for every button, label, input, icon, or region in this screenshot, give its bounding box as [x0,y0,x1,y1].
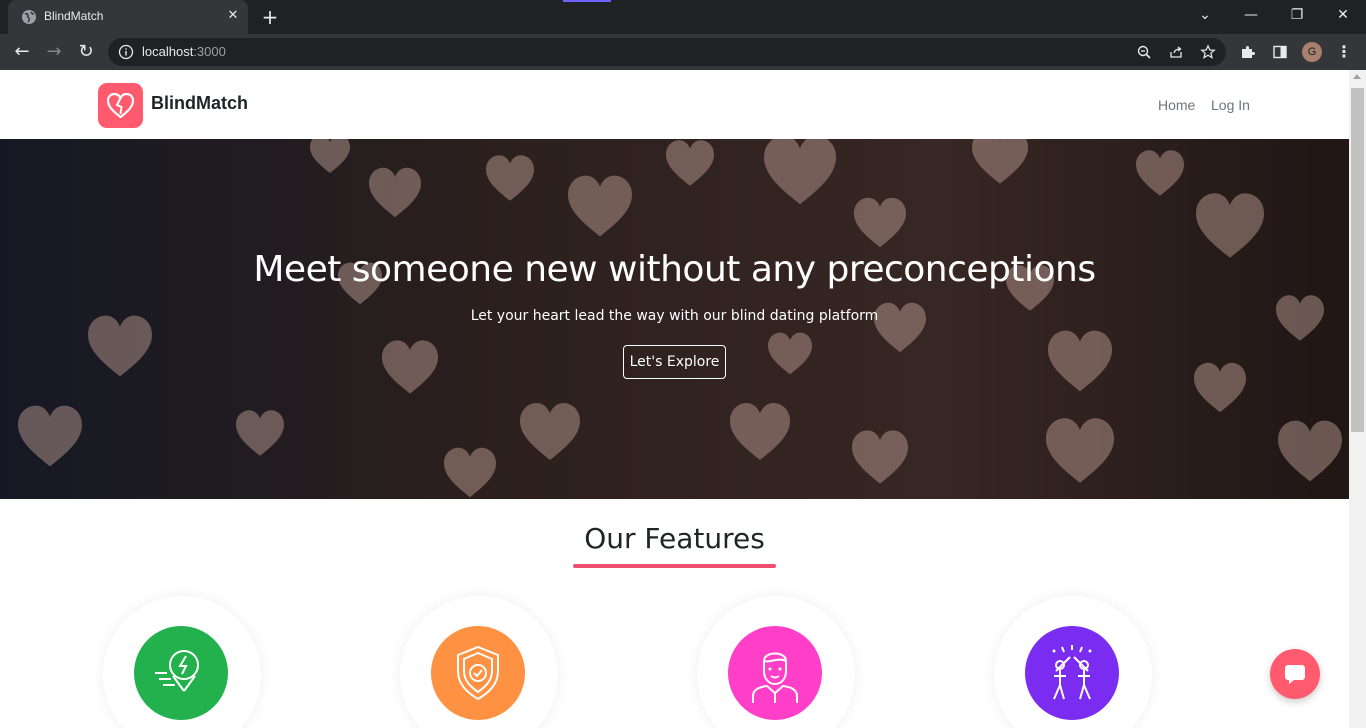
feature-card-speed[interactable] [103,596,261,728]
feature-icon-circle [1025,626,1119,720]
nav-link-login[interactable]: Log In [1211,97,1250,113]
new-tab-button[interactable]: + [258,5,282,29]
feature-card-community[interactable] [994,596,1152,728]
heart-logo-icon [106,92,135,119]
scroll-up-arrow-icon[interactable] [1353,74,1361,79]
scrollbar-thumb[interactable] [1351,88,1364,432]
reload-button[interactable]: ↻ [74,40,98,64]
back-button[interactable]: ← [10,40,34,64]
page-scrollbar[interactable] [1349,70,1366,728]
tab-strip-accent [563,0,611,2]
profile-avatar[interactable]: G [1302,42,1322,62]
person-icon [752,652,798,703]
feature-icon-circle [728,626,822,720]
tab-title: BlindMatch [44,9,104,23]
close-window-button[interactable]: ✕ [1320,0,1366,34]
hero-subheading: Let your heart lead the way with our bli… [470,308,879,324]
address-bar[interactable]: localhost:3000 [108,38,1226,66]
extensions-puzzle-icon[interactable] [1240,44,1256,60]
hero-banner: Meet someone new without any preconcepti… [0,139,1349,499]
explore-button[interactable]: Let's Explore [623,345,726,379]
browser-menu-icon[interactable]: ⋮ [1336,40,1352,64]
feature-card-security[interactable] [400,596,558,728]
lightning-location-icon [155,650,199,692]
brand-name[interactable]: BlindMatch [151,93,248,114]
zoom-icon[interactable] [1136,44,1152,60]
chat-bubble-icon [1285,665,1305,684]
browser-tab-bar: BlindMatch ✕ + ⌄ — ❐ ✕ [0,0,1366,34]
site-navbar: BlindMatch Home Log In [0,70,1349,139]
restore-button[interactable]: ❐ [1274,0,1320,34]
feature-icon-circle [431,626,525,720]
chat-button[interactable] [1270,649,1320,699]
tab-search-chevron-icon[interactable]: ⌄ [1182,0,1228,34]
forward-button[interactable]: → [42,40,66,64]
feature-icon-circle [134,626,228,720]
page-viewport: BlindMatch Home Log In Meet someone new … [0,70,1349,728]
shield-check-icon [457,645,499,701]
url-text[interactable]: localhost:3000 [142,44,226,59]
browser-toolbar: ← → ↻ localhost:3000 G ⋮ [0,34,1366,70]
features-title-underline [573,564,776,568]
hero-heading: Meet someone new without any preconcepti… [253,249,1096,290]
info-icon[interactable] [118,44,134,60]
close-tab-icon[interactable]: ✕ [224,7,242,25]
couple-celebration-icon [1052,645,1092,700]
feature-card-profile[interactable] [697,596,855,728]
brand-logo[interactable] [98,83,143,128]
minimize-button[interactable]: — [1228,0,1274,34]
globe-icon [22,10,36,24]
browser-tab[interactable]: BlindMatch ✕ [8,0,248,34]
nav-link-home[interactable]: Home [1158,97,1195,113]
features-title: Our Features [584,522,765,555]
side-panel-icon[interactable] [1272,44,1288,60]
bookmark-star-icon[interactable] [1200,44,1216,60]
share-icon[interactable] [1168,44,1184,60]
